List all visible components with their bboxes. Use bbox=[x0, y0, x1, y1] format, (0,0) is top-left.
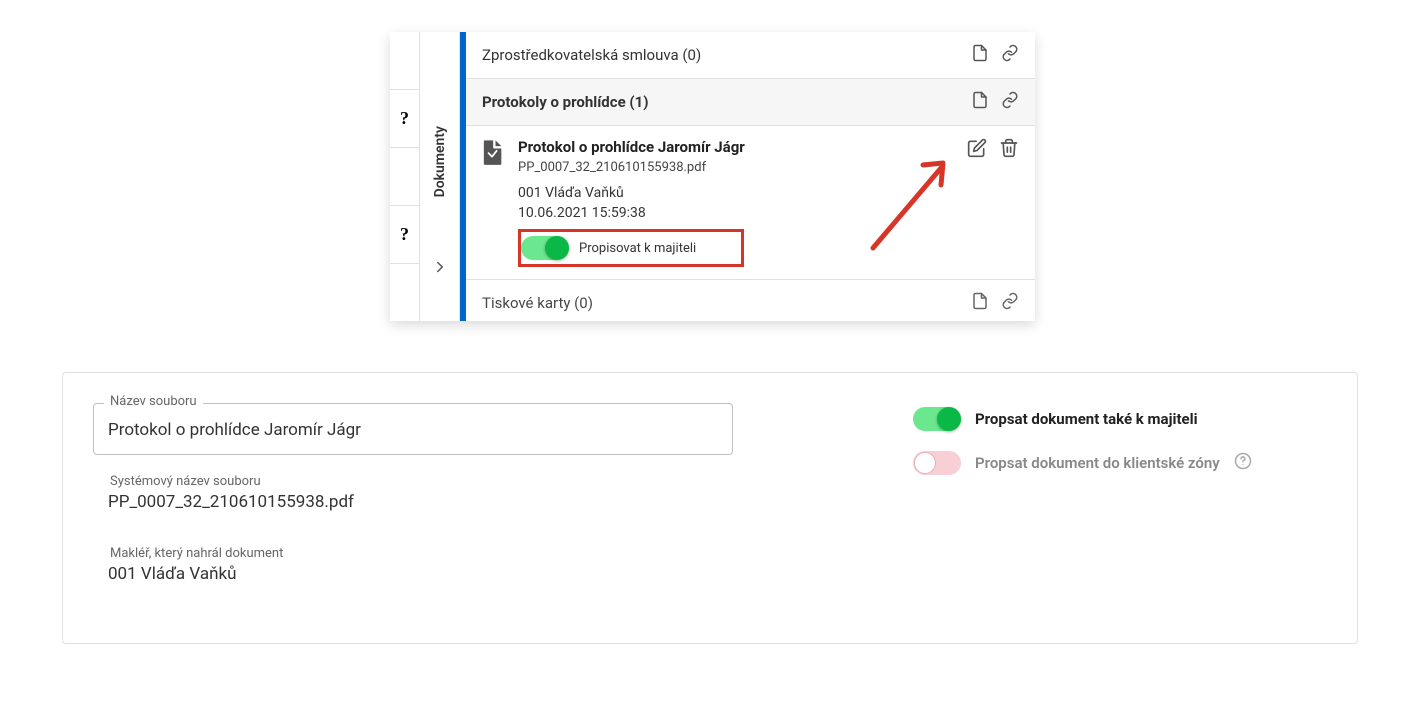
collapsed-column-1: ? ? bbox=[390, 32, 420, 321]
broker-field: Makléř, který nahrál dokument 001 Vláďa … bbox=[93, 555, 733, 599]
link-icon[interactable] bbox=[1001, 292, 1019, 314]
document-item-filename: PP_0007_32_210610155938.pdf bbox=[518, 160, 1019, 175]
document-list: Zprostředkovatelská smlouva (0) Protokol… bbox=[466, 32, 1035, 321]
document-category-title: Tiskové karty (0) bbox=[482, 294, 971, 312]
edit-icon[interactable] bbox=[967, 138, 987, 162]
client-zone-toggle-label: Propsat dokument do klientské zóny bbox=[975, 454, 1220, 472]
question-icon[interactable]: ? bbox=[390, 90, 419, 148]
client-zone-toggle[interactable] bbox=[913, 451, 961, 475]
collapsed-cell[interactable] bbox=[390, 148, 419, 206]
document-item-timestamp: 10.06.2021 15:59:38 bbox=[518, 205, 1019, 221]
document-category-title: Protokoly o prohlídce (1) bbox=[482, 93, 971, 111]
system-filename-value: PP_0007_32_210610155938.pdf bbox=[108, 492, 718, 512]
link-icon[interactable] bbox=[1001, 44, 1019, 66]
link-icon[interactable] bbox=[1001, 91, 1019, 113]
propagate-owner-label: Propisovat k majiteli bbox=[579, 241, 696, 256]
file-icon[interactable] bbox=[971, 292, 989, 314]
documents-tab[interactable]: Dokumenty bbox=[420, 32, 460, 321]
document-item: Protokol o prohlídce Jaromír Jágr PP_000… bbox=[466, 126, 1035, 280]
documents-panel: ? ? Dokumenty Zprostředkovatelská smlouv… bbox=[390, 32, 1035, 321]
propagate-owner-toggle[interactable] bbox=[521, 236, 569, 260]
client-zone-toggle-row: Propsat dokument do klientské zóny bbox=[913, 451, 1327, 475]
document-category-title: Zprostředkovatelská smlouva (0) bbox=[482, 46, 971, 64]
collapsed-columns: ? ? bbox=[390, 32, 420, 321]
collapsed-cell[interactable] bbox=[390, 264, 419, 321]
collapsed-cell[interactable] bbox=[390, 32, 419, 90]
document-form-panel: Název souboru Protokol o prohlídce Jarom… bbox=[62, 372, 1358, 644]
toggle-knob bbox=[937, 407, 961, 431]
filename-field[interactable]: Název souboru Protokol o prohlídce Jarom… bbox=[93, 403, 733, 455]
file-icon[interactable] bbox=[971, 91, 989, 113]
owner-toggle[interactable] bbox=[913, 407, 961, 431]
filename-field-value: Protokol o prohlídce Jaromír Jágr bbox=[108, 420, 718, 440]
document-category-row[interactable]: Protokoly o prohlídce (1) bbox=[466, 79, 1035, 126]
pdf-icon bbox=[478, 138, 506, 166]
broker-field-value: 001 Vláďa Vaňků bbox=[108, 564, 718, 584]
filename-field-label: Název souboru bbox=[104, 394, 203, 409]
trash-icon[interactable] bbox=[999, 138, 1019, 162]
broker-field-label: Makléř, který nahrál dokument bbox=[104, 546, 289, 561]
question-icon[interactable]: ? bbox=[390, 206, 419, 264]
file-icon[interactable] bbox=[971, 44, 989, 66]
document-item-broker: 001 Vláďa Vaňků bbox=[518, 185, 1019, 201]
document-category-row[interactable]: Tiskové karty (0) bbox=[466, 280, 1035, 321]
propagate-owner-toggle-row: Propisovat k majiteli bbox=[518, 229, 744, 267]
owner-toggle-row: Propsat dokument také k majiteli bbox=[913, 407, 1327, 431]
document-category-row[interactable]: Zprostředkovatelská smlouva (0) bbox=[466, 32, 1035, 79]
toggle-knob bbox=[914, 452, 936, 474]
system-filename-label: Systémový název souboru bbox=[104, 474, 267, 489]
form-left-column: Název souboru Protokol o prohlídce Jarom… bbox=[93, 403, 733, 613]
chevron-right-icon bbox=[431, 258, 449, 281]
document-item-name: Protokol o prohlídce Jaromír Jágr bbox=[518, 138, 1019, 156]
toggle-knob bbox=[545, 236, 569, 260]
form-right-column: Propsat dokument také k majiteli Propsat… bbox=[773, 403, 1327, 613]
documents-tab-label: Dokumenty bbox=[432, 126, 448, 197]
owner-toggle-label: Propsat dokument také k majiteli bbox=[975, 410, 1198, 428]
help-icon[interactable] bbox=[1234, 452, 1252, 474]
system-filename-field: Systémový název souboru PP_0007_32_21061… bbox=[93, 483, 733, 527]
